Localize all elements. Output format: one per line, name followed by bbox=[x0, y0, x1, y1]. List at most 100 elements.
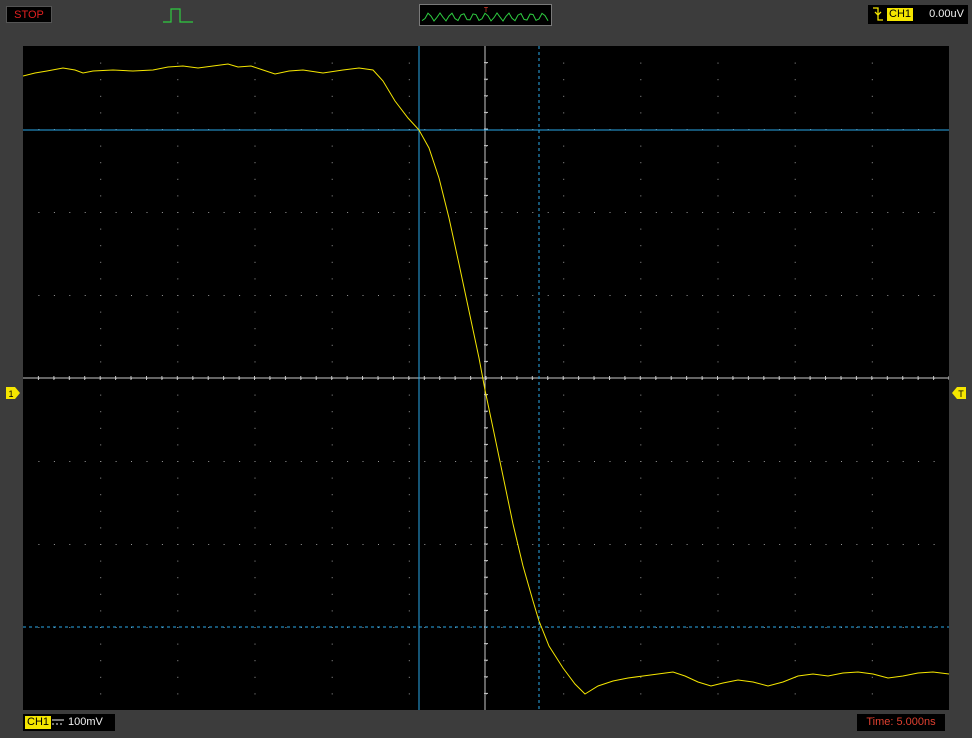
grid-dot bbox=[331, 660, 333, 662]
grid-dot bbox=[192, 295, 194, 296]
grid-dot bbox=[300, 461, 302, 462]
waveform-overview[interactable]: T bbox=[419, 4, 552, 26]
grid-dot bbox=[254, 95, 256, 97]
grid-dot bbox=[794, 461, 796, 462]
grid-dot bbox=[871, 427, 873, 429]
grid-dot bbox=[902, 212, 904, 213]
grid-dot bbox=[177, 162, 179, 164]
grid-dot bbox=[563, 461, 565, 462]
grid-dot bbox=[717, 693, 719, 695]
grid-dot bbox=[347, 295, 349, 296]
grid-dot bbox=[455, 461, 457, 462]
grid-dot bbox=[146, 627, 148, 628]
pulse-icon[interactable] bbox=[163, 6, 193, 24]
grid-dot bbox=[671, 295, 673, 296]
run-stop-button[interactable]: STOP bbox=[6, 6, 52, 23]
grid-dot bbox=[563, 278, 565, 280]
grid-dot bbox=[732, 544, 734, 545]
grid-dot bbox=[100, 228, 102, 230]
overview-waveform-icon: T bbox=[421, 7, 549, 22]
grid-dot bbox=[408, 643, 410, 645]
grid-dot bbox=[640, 195, 642, 197]
grid-dot bbox=[439, 461, 441, 462]
grid-dot bbox=[38, 544, 40, 545]
grid-dot bbox=[439, 295, 441, 296]
grid-dot bbox=[378, 212, 379, 213]
grid-dot bbox=[779, 461, 781, 462]
grid-dot bbox=[362, 461, 364, 462]
grid-dot bbox=[640, 328, 642, 330]
grid-dot bbox=[594, 295, 595, 296]
grid-dot bbox=[871, 278, 873, 280]
grid-dot bbox=[794, 328, 796, 330]
trigger-level-marker[interactable]: T bbox=[952, 387, 966, 399]
grid-dot bbox=[825, 544, 827, 545]
grid-dot bbox=[239, 461, 241, 462]
timebase-label[interactable]: Time: 5.000ns bbox=[857, 714, 945, 731]
grid-dot bbox=[563, 411, 565, 413]
grid-dot bbox=[640, 62, 642, 64]
grid-dot bbox=[717, 593, 719, 595]
grid-dot bbox=[300, 295, 302, 296]
grid-dot bbox=[825, 295, 827, 296]
grid-dot bbox=[717, 212, 719, 213]
grid-dot bbox=[254, 494, 256, 496]
grid-dot bbox=[871, 560, 873, 562]
grid-dot bbox=[362, 627, 364, 628]
grid-dot bbox=[717, 245, 719, 247]
top-toolbar: STOP T CH1 0.00uV bbox=[0, 0, 972, 30]
grid-dot bbox=[100, 427, 102, 429]
grid-dot bbox=[563, 328, 565, 330]
grid-dot bbox=[100, 79, 102, 81]
grid-dot bbox=[177, 494, 179, 496]
grid-dot bbox=[38, 461, 40, 462]
ch1-ground-marker[interactable]: 1 bbox=[6, 387, 20, 399]
grid-dot bbox=[84, 212, 86, 213]
grid-dot bbox=[285, 212, 287, 213]
grid-dot bbox=[100, 361, 102, 363]
grid-dot bbox=[470, 544, 472, 545]
grid-dot bbox=[408, 261, 410, 263]
grid-dot bbox=[269, 212, 271, 213]
grid-dot bbox=[563, 544, 565, 545]
grid-dot bbox=[794, 344, 796, 346]
channel-scale-info[interactable]: CH1 100mV bbox=[23, 714, 115, 731]
grid-dot bbox=[686, 627, 688, 628]
grid-dot bbox=[871, 610, 873, 612]
waveform-display[interactable] bbox=[23, 46, 949, 710]
grid-dot bbox=[331, 693, 333, 695]
grid-dot bbox=[393, 295, 395, 296]
grid-dot bbox=[331, 527, 333, 529]
grid-dot bbox=[254, 660, 256, 662]
grid-dot bbox=[378, 295, 379, 296]
grid-dot bbox=[408, 494, 410, 496]
grid-dot bbox=[100, 344, 102, 346]
grid-dot bbox=[177, 660, 179, 662]
grid-dot bbox=[640, 145, 642, 147]
grid-dot bbox=[254, 162, 256, 164]
grid-dot bbox=[331, 278, 333, 280]
grid-dot bbox=[38, 627, 40, 628]
grid-dot bbox=[624, 461, 626, 462]
grid-dot bbox=[408, 461, 410, 462]
trigger-info[interactable]: CH1 0.00uV bbox=[868, 5, 968, 24]
grid-dot bbox=[331, 62, 333, 64]
grid-dot bbox=[177, 195, 179, 197]
grid-dot bbox=[655, 295, 657, 296]
grid-dot bbox=[902, 295, 904, 296]
grid-dot bbox=[902, 461, 904, 462]
grid-dot bbox=[609, 212, 611, 213]
grid-dot bbox=[717, 527, 719, 529]
grid-dot bbox=[871, 344, 873, 346]
grid-dot bbox=[331, 212, 333, 213]
grid-dot bbox=[702, 544, 704, 545]
grid-dot bbox=[640, 510, 642, 512]
grid-dot bbox=[717, 510, 719, 512]
grid-dot bbox=[717, 278, 719, 280]
grid-dot bbox=[686, 461, 688, 462]
grid-dot bbox=[594, 461, 595, 462]
grid-dot bbox=[177, 95, 179, 97]
grid-dot bbox=[177, 62, 179, 64]
grid-dot bbox=[671, 212, 673, 213]
grid-dot bbox=[640, 178, 642, 180]
